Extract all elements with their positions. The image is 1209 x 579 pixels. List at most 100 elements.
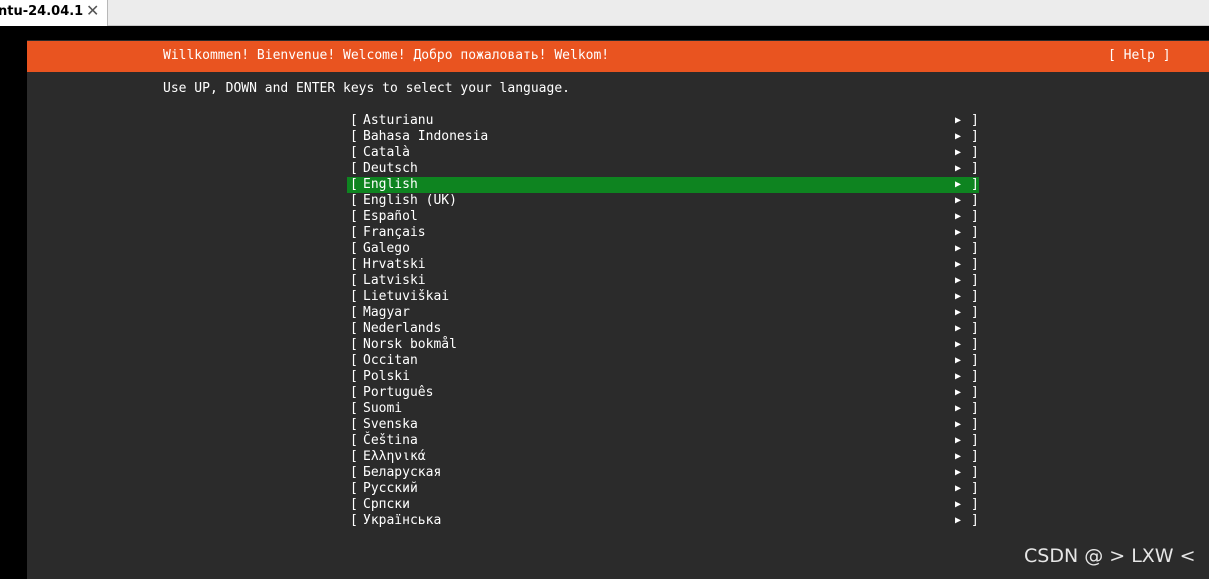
left-bracket: [: [350, 465, 358, 480]
language-label: English (UK): [363, 193, 457, 208]
language-label: Ελληνικά: [363, 449, 426, 464]
arrow-right-icon: ▶: [955, 275, 962, 286]
language-label: Nederlands: [363, 321, 442, 336]
help-button[interactable]: [ Help ]: [1108, 48, 1171, 63]
language-item[interactable]: [Lietuviškai ▶]: [347, 289, 979, 305]
welcome-title: Willkommen! Bienvenue! Welcome! Добро по…: [163, 48, 610, 63]
language-label: Српски: [363, 497, 410, 512]
arrow-right-icon: ▶: [955, 147, 962, 158]
language-label: Svenska: [363, 417, 418, 432]
arrow-right-icon: ▶: [955, 419, 962, 430]
right-bracket: ]: [971, 193, 979, 208]
arrow-right-icon: ▶: [955, 163, 962, 174]
language-label: Latviski: [363, 273, 426, 288]
right-bracket: ]: [971, 465, 979, 480]
language-label: Norsk bokmål: [363, 337, 457, 352]
left-bracket: [: [350, 305, 358, 320]
language-label: Français: [363, 225, 426, 240]
right-bracket: ]: [971, 353, 979, 368]
right-bracket: ]: [971, 321, 979, 336]
left-bracket: [: [350, 129, 358, 144]
language-item[interactable]: [ Español ▶]: [347, 209, 979, 225]
language-item[interactable]: [Deutsch ▶]: [347, 161, 979, 177]
left-bracket: [: [350, 209, 358, 224]
language-item[interactable]: [Magyar ▶]: [347, 305, 979, 321]
right-bracket: ]: [971, 257, 979, 272]
arrow-right-icon: ▶: [955, 483, 962, 494]
arrow-right-icon: ▶: [955, 355, 962, 366]
right-bracket: ]: [971, 513, 979, 528]
language-label: English: [363, 177, 418, 192]
language-item[interactable]: [Nederlands ▶]: [347, 321, 979, 337]
right-bracket: ]: [971, 113, 979, 128]
language-item[interactable]: [Русский ▶]: [347, 481, 979, 497]
right-bracket: ]: [971, 161, 979, 176]
language-item[interactable]: [Suomi ▶]: [347, 401, 979, 417]
language-label: Русский: [363, 481, 418, 496]
left-bracket: [: [350, 145, 358, 160]
language-item[interactable]: [Ελληνικά ▶]: [347, 449, 979, 465]
language-item[interactable]: [Galego ▶]: [347, 241, 979, 257]
left-bracket: [: [350, 449, 358, 464]
arrow-right-icon: ▶: [955, 115, 962, 126]
left-bracket: [: [350, 177, 358, 192]
language-label: Català: [363, 145, 410, 160]
language-item[interactable]: [Norsk bokmål ▶]: [347, 337, 979, 353]
left-bracket: [: [350, 193, 358, 208]
language-label: Lietuviškai: [363, 289, 450, 304]
left-bracket: [: [350, 401, 358, 416]
arrow-right-icon: ▶: [955, 339, 962, 350]
language-item[interactable]: [ Asturianu ▶]: [347, 113, 979, 129]
close-icon[interactable]: ✕: [86, 1, 99, 20]
language-item[interactable]: [Čeština ▶]: [347, 433, 979, 449]
arrow-right-icon: ▶: [955, 227, 962, 238]
language-item[interactable]: [Português ▶]: [347, 385, 979, 401]
language-item[interactable]: [Српски ▶]: [347, 497, 979, 513]
right-bracket: ]: [971, 401, 979, 416]
left-bracket: [: [350, 337, 358, 352]
language-label: Asturianu: [363, 113, 434, 128]
left-bracket: [: [350, 113, 358, 128]
language-item[interactable]: [Українська ▶]: [347, 513, 979, 529]
language-label: Hrvatski: [363, 257, 426, 272]
language-item[interactable]: [ Svenska ▶]: [347, 417, 979, 433]
left-bracket: [: [350, 369, 358, 384]
arrow-right-icon: ▶: [955, 387, 962, 398]
language-item[interactable]: [Català ▶]: [347, 145, 979, 161]
language-item[interactable]: [English ▶]: [347, 177, 979, 193]
language-label: Galego: [363, 241, 410, 256]
left-bracket: [: [350, 497, 358, 512]
language-item[interactable]: [ Bahasa Indonesia ▶]: [347, 129, 979, 145]
language-item[interactable]: [Hrvatski ▶]: [347, 257, 979, 273]
left-bracket: [: [350, 417, 358, 432]
arrow-right-icon: ▶: [955, 195, 962, 206]
language-label: Español: [363, 209, 418, 224]
language-item[interactable]: [Беларуская ▶]: [347, 465, 979, 481]
right-bracket: ]: [971, 209, 979, 224]
arrow-right-icon: ▶: [955, 179, 962, 190]
right-bracket: ]: [971, 129, 979, 144]
vm-tab[interactable]: ntu-24.04.1 ✕: [0, 0, 108, 26]
left-bracket: [: [350, 513, 358, 528]
tab-bar: ntu-24.04.1 ✕: [0, 0, 1209, 26]
right-bracket: ]: [971, 225, 979, 240]
language-item[interactable]: [Polski ▶]: [347, 369, 979, 385]
language-item[interactable]: [Occitan ▶]: [347, 353, 979, 369]
left-bracket: [: [350, 321, 358, 336]
right-bracket: ]: [971, 273, 979, 288]
arrow-right-icon: ▶: [955, 243, 962, 254]
right-bracket: ]: [971, 449, 979, 464]
arrow-right-icon: ▶: [955, 371, 962, 382]
right-bracket: ]: [971, 417, 979, 432]
arrow-right-icon: ▶: [955, 131, 962, 142]
left-bracket: [: [350, 161, 358, 176]
left-bracket: [: [350, 257, 358, 272]
right-bracket: ]: [971, 289, 979, 304]
right-bracket: ]: [971, 481, 979, 496]
left-bracket: [: [350, 273, 358, 288]
language-label: Bahasa Indonesia: [363, 129, 489, 144]
language-item[interactable]: [ Latviski ▶]: [347, 273, 979, 289]
language-item[interactable]: [Français ▶]: [347, 225, 979, 241]
arrow-right-icon: ▶: [955, 211, 962, 222]
language-item[interactable]: [ English (UK) ▶]: [347, 193, 979, 209]
